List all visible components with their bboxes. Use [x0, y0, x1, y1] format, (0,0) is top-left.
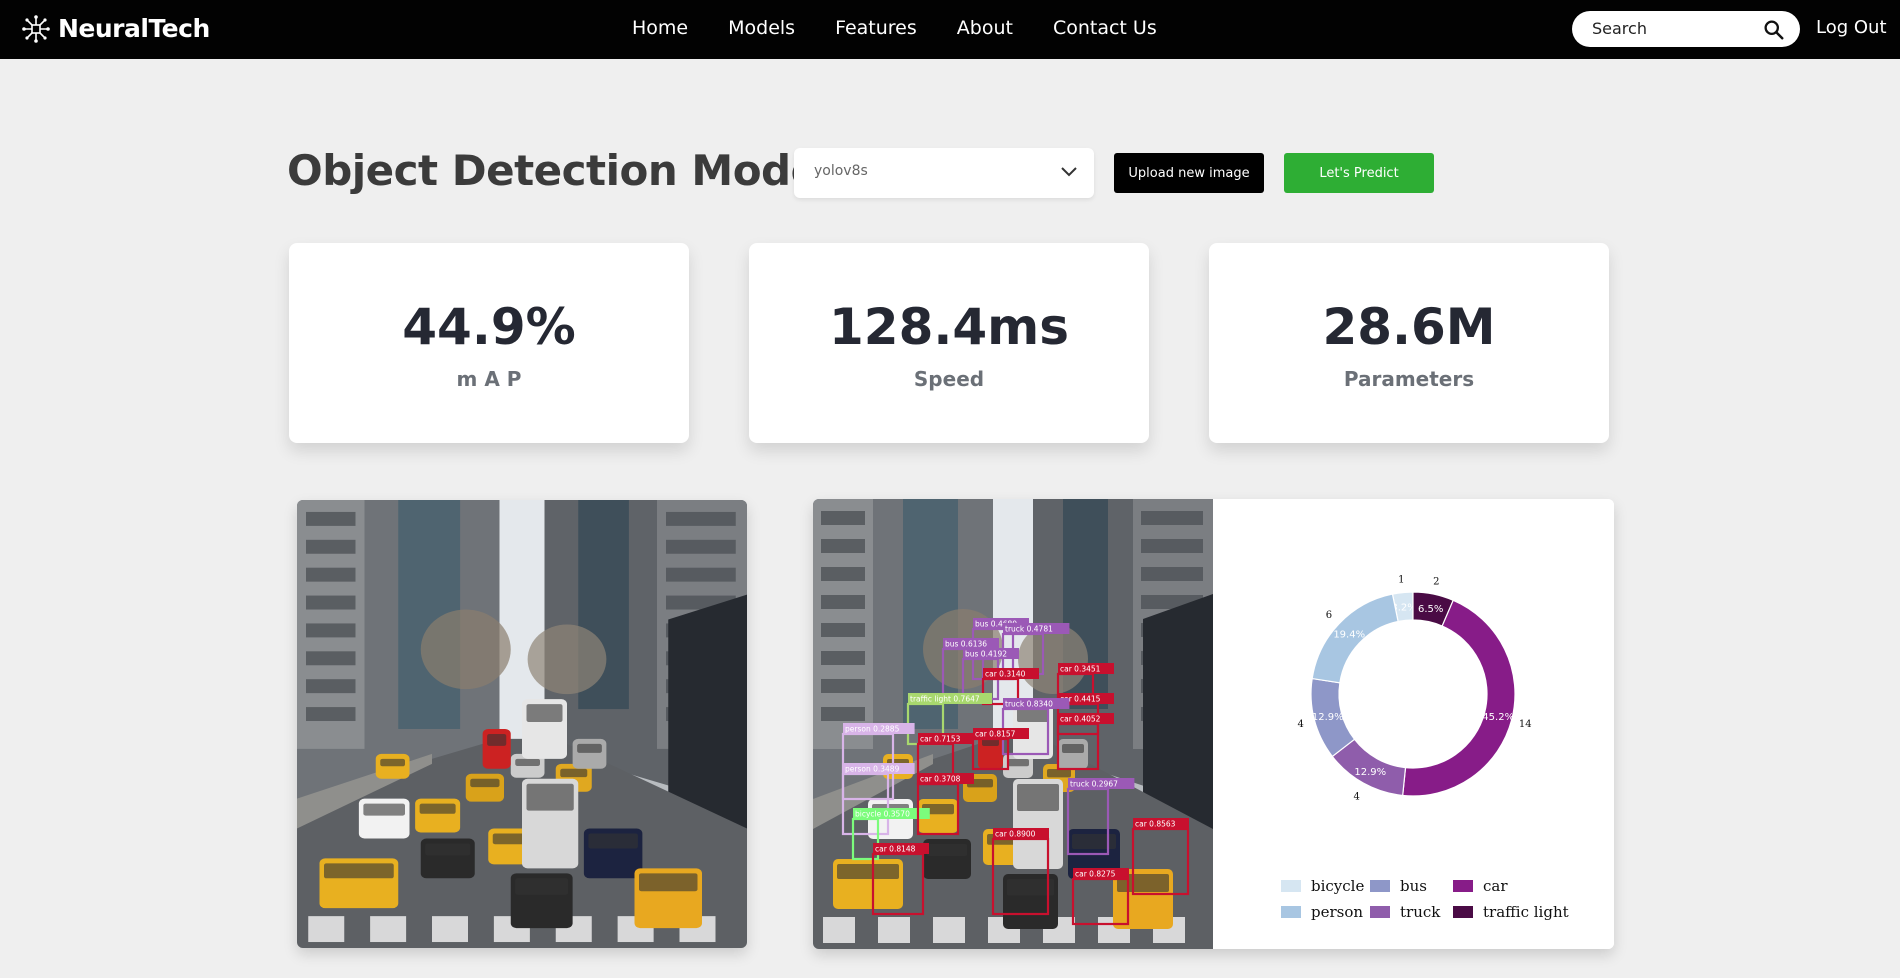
- donut-chart: 3.2%16.5%245.2%1412.9%412.9%419.4%6bicyc…: [1281, 575, 1569, 921]
- search-icon[interactable]: [1763, 19, 1784, 40]
- detection-label: truck 0.8340: [1005, 700, 1053, 709]
- chevron-down-icon: [1061, 167, 1077, 177]
- slice-count-label: 4: [1298, 719, 1304, 730]
- stat-value: 44.9%: [402, 298, 576, 356]
- detection-label: car 0.3708: [920, 775, 961, 784]
- slice-count-label: 6: [1326, 610, 1332, 621]
- donut-slice-car: [1402, 599, 1516, 797]
- neural-network-icon: [22, 14, 50, 43]
- slice-count-label: 4: [1354, 791, 1360, 802]
- model-select[interactable]: yolov8s: [794, 148, 1094, 198]
- detection-label: car 0.3451: [1060, 665, 1101, 674]
- legend-item-bicycle: bicycle: [1281, 877, 1364, 895]
- legend-label: traffic light: [1483, 903, 1569, 921]
- detection-label: bus 0.6136: [945, 640, 987, 649]
- legend-label: car: [1483, 877, 1508, 895]
- nav-link-contact[interactable]: Contact Us: [1053, 17, 1157, 39]
- legend-item-car: car: [1453, 877, 1508, 895]
- detection-label: car 0.7153: [920, 735, 961, 744]
- annotated-image: bus 0.4680truck 0.4781bus 0.6136bus 0.41…: [813, 499, 1213, 949]
- legend-label: truck: [1400, 903, 1441, 921]
- legend-label: bicycle: [1311, 877, 1364, 895]
- slice-count-label: 2: [1433, 576, 1439, 587]
- brand-logo[interactable]: NeuralTech: [22, 14, 210, 43]
- brand-name: NeuralTech: [58, 14, 210, 43]
- original-image: [297, 500, 747, 948]
- slice-percent-label: 19.4%: [1333, 629, 1365, 640]
- page-title: Object Detection Model: [287, 146, 833, 195]
- street-scene-image: [297, 500, 747, 948]
- nav-link-features[interactable]: Features: [835, 17, 917, 39]
- slice-count-label: 1: [1398, 575, 1404, 586]
- prediction-result-panel: bus 0.4680 truck 0.4781 bus 0.6136 bus 0.41…: [813, 499, 1614, 949]
- nav-links: Home Models Features About Contact Us: [632, 17, 1197, 39]
- legend-item-traffic-light: traffic light: [1453, 903, 1569, 921]
- legend-label: bus: [1400, 877, 1427, 895]
- stat-value: 128.4ms: [828, 298, 1069, 356]
- slice-percent-label: 6.5%: [1418, 604, 1443, 615]
- nav-link-models[interactable]: Models: [728, 17, 795, 39]
- class-distribution-chart: 3.2% 1 6.5% 2 45.2% 14 12.9% 4 12.9% 4 19.4% 6 bicyc…: [1213, 499, 1614, 949]
- detection-label: bicycle 0.3570: [855, 810, 910, 819]
- stat-card-speed: 128.4ms Speed: [749, 243, 1149, 443]
- slice-count-label: 14: [1519, 719, 1532, 730]
- detection-label: truck 0.4781: [1005, 625, 1053, 634]
- detection-label: car 0.8900: [995, 830, 1036, 839]
- predict-button[interactable]: Let's Predict: [1284, 153, 1434, 193]
- detection-label: car 0.8275: [1075, 870, 1116, 879]
- slice-percent-label: 45.2%: [1482, 712, 1514, 723]
- stat-label: m A P: [456, 367, 522, 391]
- detection-label: traffic light 0.7647: [910, 695, 980, 704]
- legend-label: person: [1311, 903, 1363, 921]
- model-select-value: yolov8s: [814, 163, 868, 179]
- detection-label: person 0.2885: [845, 725, 900, 734]
- legend-item-bus: bus: [1370, 877, 1427, 895]
- upload-image-button[interactable]: Upload new image: [1114, 153, 1264, 193]
- slice-percent-label: 12.9%: [1354, 767, 1386, 778]
- slice-percent-label: 12.9%: [1312, 712, 1344, 723]
- search-input[interactable]: [1592, 19, 1752, 38]
- detection-label: car 0.3140: [985, 670, 1026, 679]
- legend-item-person: person: [1281, 903, 1363, 921]
- stat-value: 28.6M: [1322, 298, 1496, 356]
- detection-label: car 0.8563: [1135, 820, 1176, 829]
- stat-card-map: 44.9% m A P: [289, 243, 689, 443]
- stat-label: Speed: [913, 367, 985, 391]
- detection-label: car 0.8148: [875, 845, 916, 854]
- detection-label: person 0.3489: [845, 765, 900, 774]
- search-box: [1572, 11, 1800, 47]
- stat-label: Parameters: [1343, 367, 1475, 391]
- stat-card-parameters: 28.6M Parameters: [1209, 243, 1609, 443]
- legend-item-truck: truck: [1370, 903, 1441, 921]
- detection-label: car 0.8157: [975, 730, 1016, 739]
- top-navbar: NeuralTech Home Models Features About Co…: [0, 0, 1900, 59]
- nav-link-home[interactable]: Home: [632, 17, 688, 39]
- detection-label: car 0.4052: [1060, 715, 1101, 724]
- logout-link[interactable]: Log Out: [1816, 17, 1887, 38]
- detection-label: bus 0.4192: [965, 650, 1007, 659]
- nav-link-about[interactable]: About: [957, 17, 1013, 39]
- detection-label: truck 0.2967: [1070, 780, 1118, 789]
